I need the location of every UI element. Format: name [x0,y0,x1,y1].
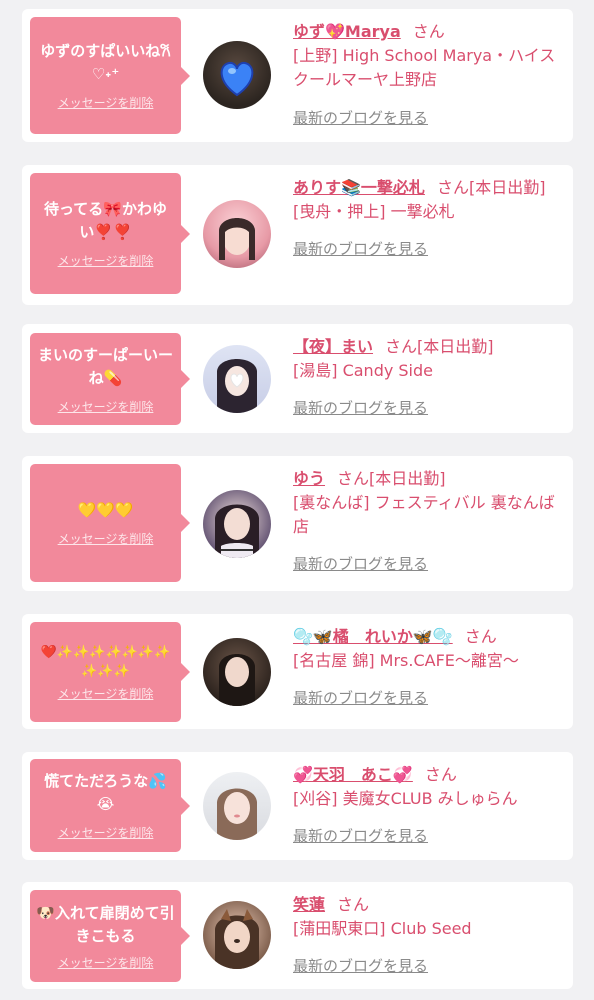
card-info: 🫧🦋橘 れいか🦋🫧 さん [名古屋 錦] Mrs.CAFE〜離宮〜 最新のブログを… [293,625,565,708]
cast-name-link[interactable]: 🫧🦋橘 れいか🦋🫧 [293,627,453,646]
card-info: ゆう さん[本日出勤] [裏なんば] フェスティバル 裏なんば店 最新のブログを見… [293,467,565,574]
status-text: [本日出勤] [468,178,546,197]
message-text: ❤️✨✨✨✨✨✨✨✨✨✨ [40,644,171,679]
name-line: 💞天羽 あこ💞 さん [293,763,565,787]
delete-message-link[interactable]: メッセージを削除 [58,398,154,415]
delete-message-link[interactable]: メッセージを削除 [58,824,154,841]
status-text: [本日出勤] [417,337,494,356]
message-text: 慌てただろうな💦😭 [44,772,167,813]
honorific: さん [436,178,469,197]
honorific: さん [464,627,497,646]
delete-message-link[interactable]: メッセージを削除 [58,94,154,111]
card-info: ありす📚一撃必札 さん[本日出勤] [曳舟・押上] 一撃必札 最新のブログを見る [293,176,565,259]
view-blog-link[interactable]: 最新のブログを見る [293,553,565,574]
name-line: 笑蓮 さん [293,893,565,917]
shop-name: [刈谷] 美魔女CLUB みしゅらん [293,789,518,808]
message-bubble: 慌てただろうな💦😭 メッセージを削除 [30,759,190,852]
girl-photo [217,788,257,840]
card-info: 笑蓮 さん [蒲田駅東口] Club Seed 最新のブログを見る [293,893,565,976]
message-text: 💛💛💛 [77,501,134,519]
girl-photo [215,909,259,969]
delete-message-link[interactable]: メッセージを削除 [58,252,154,269]
cast-name-link[interactable]: 笑蓮 [293,895,325,914]
shop-name: [上野] High School Marya・ハイスクールマーヤ上野店 [293,46,556,89]
message-bubble: ❤️✨✨✨✨✨✨✨✨✨✨ メッセージを削除 [30,622,190,722]
cast-name-link[interactable]: 【夜】まい [293,337,373,356]
shop-name: [湯島] Candy Side [293,361,434,380]
honorific: さん [385,337,418,356]
name-line: ありす📚一撃必札 さん[本日出勤] [293,176,565,200]
honorific: さん [337,469,370,488]
view-blog-link[interactable]: 最新のブログを見る [293,825,565,846]
delete-message-link[interactable]: メッセージを削除 [58,954,154,971]
cast-name-link[interactable]: ゆう [293,469,325,488]
delete-message-link[interactable]: メッセージを削除 [58,530,154,547]
shop-name: [名古屋 錦] Mrs.CAFE〜離宮〜 [293,651,519,670]
card-info: 【夜】まい さん[本日出勤] [湯島] Candy Side 最新のブログを見る [293,335,565,418]
shop-name: [蒲田駅東口] Club Seed [293,919,472,938]
message-card: まいのすーぱーいーね💊 メッセージを削除 【夜】まい さん[本日出勤] [湯島] … [22,324,573,433]
avatar[interactable] [203,345,271,413]
message-text: ゆずのすぱいいね𐙚♡˖⁺ [40,42,171,83]
message-card: ゆずのすぱいいね𐙚♡˖⁺ メッセージを削除 ゆず💖Marya さん [上野] Hi… [22,9,573,142]
card-info: ゆず💖Marya さん [上野] High School Marya・ハイスクール… [293,20,565,128]
message-bubble: 💛💛💛 メッセージを削除 [30,464,190,582]
girl-photo [219,218,255,260]
status-text: [本日出勤] [369,469,446,488]
message-text: 🐶入れて扉閉めて引きこもる [36,903,175,945]
message-bubble: 待ってる🎀かわゆい❣️❣️ メッセージを削除 [30,173,190,294]
shop-name: [裏なんば] フェスティバル 裏なんば店 [293,493,555,536]
name-line: 🫧🦋橘 れいか🦋🫧 さん [293,625,565,649]
honorific: さん [424,765,457,784]
view-blog-link[interactable]: 最新のブログを見る [293,955,565,976]
white-heart-icon [217,359,257,413]
message-card: 💛💛💛 メッセージを削除 ゆう さん[本日出勤] [裏なんば] フェスティバル 裏… [22,456,573,591]
girl-photo [219,654,255,706]
message-bubble: ゆずのすぱいいね𐙚♡˖⁺ メッセージを削除 [30,17,190,134]
name-line: ゆず💖Marya さん [293,20,565,44]
name-line: 【夜】まい さん[本日出勤] [293,335,565,359]
message-card: 🐶入れて扉閉めて引きこもる メッセージを削除 笑蓮 さん [蒲田駅東口] Club… [22,882,573,989]
name-line: ゆう さん[本日出勤] [293,467,565,491]
avatar[interactable] [203,901,271,969]
message-bubble: 🐶入れて扉閉めて引きこもる メッセージを削除 [30,890,190,982]
avatar[interactable] [203,772,271,840]
avatar[interactable] [203,200,271,268]
avatar[interactable] [203,41,271,109]
cast-name-link[interactable]: ゆず💖Marya [293,22,401,41]
delete-message-link[interactable]: メッセージを削除 [58,685,154,702]
cast-name-link[interactable]: ありす📚一撃必札 [293,178,425,197]
message-text: 待ってる🎀かわゆい❣️❣️ [44,200,167,241]
message-card: 待ってる🎀かわゆい❣️❣️ メッセージを削除 ありす📚一撃必札 さん[本日出勤] … [22,165,573,305]
honorific: さん [412,22,445,41]
view-blog-link[interactable]: 最新のブログを見る [293,397,565,418]
message-card: ❤️✨✨✨✨✨✨✨✨✨✨ メッセージを削除 🫧🦋橘 れいか🦋🫧 さん [名古屋 錦… [22,614,573,729]
message-text: まいのすーぱーいーね💊 [37,345,173,387]
view-blog-link[interactable]: 最新のブログを見る [293,107,565,128]
view-blog-link[interactable]: 最新のブログを見る [293,238,565,259]
message-card: 慌てただろうな💦😭 メッセージを削除 💞天羽 あこ💞 さん [刈谷] 美魔女CLU… [22,752,573,860]
card-info: 💞天羽 あこ💞 さん [刈谷] 美魔女CLUB みしゅらん 最新のブログを見る [293,763,565,846]
view-blog-link[interactable]: 最新のブログを見る [293,687,565,708]
message-bubble: まいのすーぱーいーね💊 メッセージを削除 [30,333,190,425]
blue-heart-icon [220,61,254,97]
avatar[interactable] [203,638,271,706]
shop-name: [曳舟・押上] 一撃必札 [293,202,455,221]
avatar[interactable] [203,490,271,558]
cast-name-link[interactable]: 💞天羽 あこ💞 [293,765,413,784]
honorific: さん [337,895,370,914]
girl-photo [215,504,259,558]
